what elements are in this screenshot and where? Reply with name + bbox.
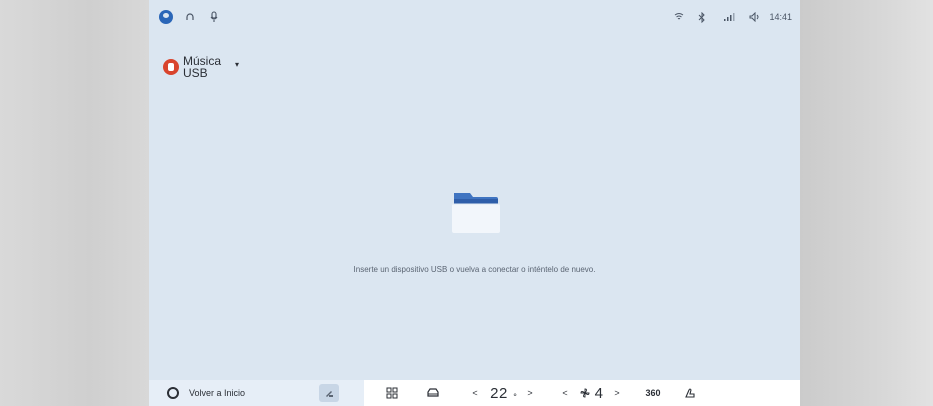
source-title: Música USB [183, 55, 221, 79]
pen-icon [326, 391, 333, 397]
infotainment-screen: 14:41 Música USB ▾ Inserte un dispositiv… [149, 0, 800, 406]
apps-grid-icon[interactable] [384, 384, 400, 402]
fan-decrease-button[interactable]: < [560, 384, 570, 402]
source-selector[interactable]: Música USB ▾ [163, 55, 239, 79]
volume-icon[interactable] [748, 9, 762, 25]
folder-icon [448, 189, 504, 235]
camera-360-button[interactable]: 360 [642, 384, 664, 402]
edit-shortcut-button[interactable] [319, 384, 339, 402]
bezel-left [0, 0, 149, 406]
car-icon[interactable] [424, 384, 442, 402]
clock: 14:41 [769, 12, 792, 22]
headphones-icon[interactable] [183, 9, 197, 25]
fan-increase-button[interactable]: > [612, 384, 622, 402]
temperature-value: 22 [490, 384, 508, 402]
temperature-unit: ° [513, 392, 517, 402]
home-icon [167, 387, 179, 399]
temp-increase-button[interactable]: > [525, 384, 535, 402]
bezel-right [800, 0, 933, 406]
bottom-left-section: Volver a Inicio [149, 380, 364, 406]
home-button[interactable]: Volver a Inicio [167, 387, 245, 399]
mic-icon[interactable] [207, 9, 221, 25]
home-label: Volver a Inicio [189, 388, 246, 398]
signal-icon [721, 9, 737, 25]
bottom-right-section: < 22 ° > < 4 > 360 [364, 380, 800, 406]
heated-seat-icon[interactable] [682, 384, 698, 402]
status-bar: 14:41 [149, 0, 800, 34]
usb-music-icon [163, 59, 179, 75]
bottom-bar: Volver a Inicio < 22 ° > < 4 > 360 [149, 380, 800, 406]
empty-state-message: Inserte un dispositivo USB o vuelva a co… [353, 265, 596, 274]
fan-level-value: 4 [594, 384, 604, 402]
chevron-down-icon[interactable]: ▾ [235, 60, 239, 69]
fan-icon [578, 384, 592, 402]
temp-decrease-button[interactable]: < [470, 384, 480, 402]
user-icon[interactable] [159, 10, 173, 24]
bluetooth-icon [696, 9, 708, 25]
wifi-icon [672, 9, 686, 25]
source-title-line2: USB [183, 66, 208, 80]
